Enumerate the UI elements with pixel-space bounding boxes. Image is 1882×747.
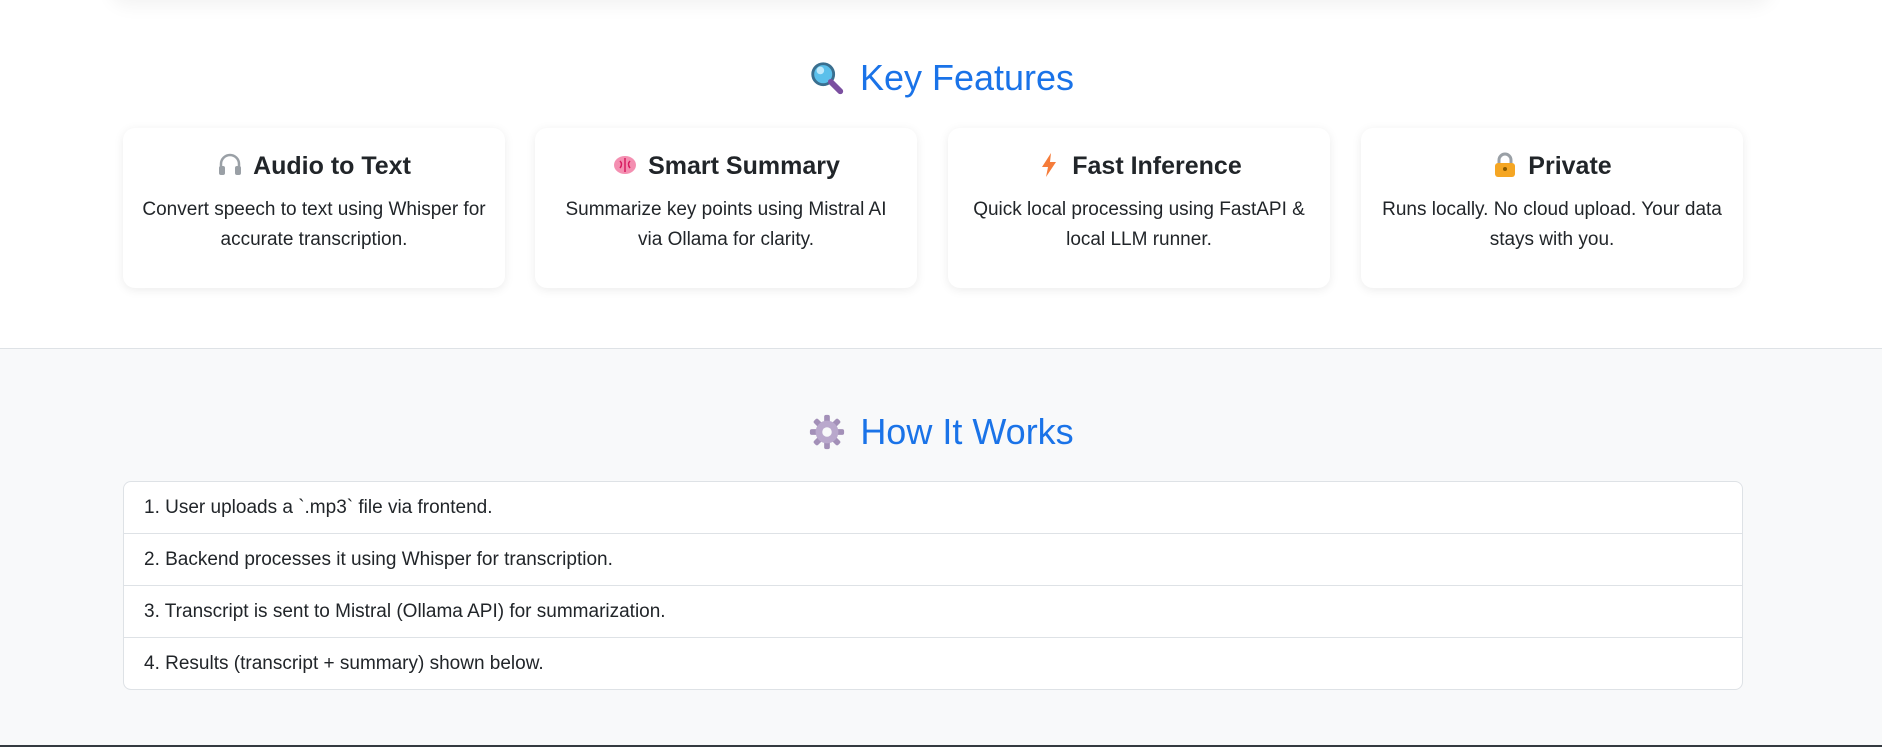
list-item: 1. User uploads a `.mp3` file via fronte… (124, 482, 1742, 534)
brain-icon (614, 156, 637, 174)
lightning-icon (1042, 153, 1057, 177)
feature-card-text: Quick local processing using FastAPI & l… (973, 199, 1305, 250)
headphones-icon (219, 153, 242, 175)
gear-icon (810, 414, 845, 450)
page: Key Features Audio to Text Convert speec… (0, 0, 1882, 747)
features-heading: Key Features (0, 56, 1882, 100)
features-list: Audio to Text Convert speech to text usi… (123, 128, 1743, 288)
how-it-works-section: How It Works 1. User uploads a `.mp3` fi… (0, 348, 1882, 747)
feature-card-title: Smart Summary (553, 149, 899, 183)
how-it-works-title-text: How It Works (860, 411, 1074, 452)
magnifying-glass-icon (811, 62, 844, 95)
feature-card-audio-to-text: Audio to Text Convert speech to text usi… (123, 128, 505, 288)
feature-card-title: Private (1379, 149, 1725, 183)
feature-card-text: Summarize key points using Mistral AI vi… (565, 199, 887, 250)
list-item: 2. Backend processes it using Whisper fo… (124, 534, 1742, 586)
feature-card-fast-inference: Fast Inference Quick local processing us… (948, 128, 1330, 288)
how-it-works-heading: How It Works (0, 410, 1882, 454)
feature-card-text: Runs locally. No cloud upload. Your data… (1382, 199, 1722, 250)
lock-icon (1495, 152, 1516, 177)
features-title-text: Key Features (859, 57, 1075, 98)
list-item: 3. Transcript is sent to Mistral (Ollama… (124, 586, 1742, 638)
feature-card-smart-summary: Smart Summary Summarize key points using… (535, 128, 917, 288)
feature-card-private: Private Runs locally. No cloud upload. Y… (1361, 128, 1743, 288)
feature-card-title: Fast Inference (966, 149, 1312, 183)
feature-card-title: Audio to Text (141, 149, 487, 183)
steps-list: 1. User uploads a `.mp3` file via fronte… (123, 481, 1743, 690)
list-item: 4. Results (transcript + summary) shown … (144, 653, 544, 674)
feature-card-text: Convert speech to text using Whisper for… (142, 199, 486, 250)
